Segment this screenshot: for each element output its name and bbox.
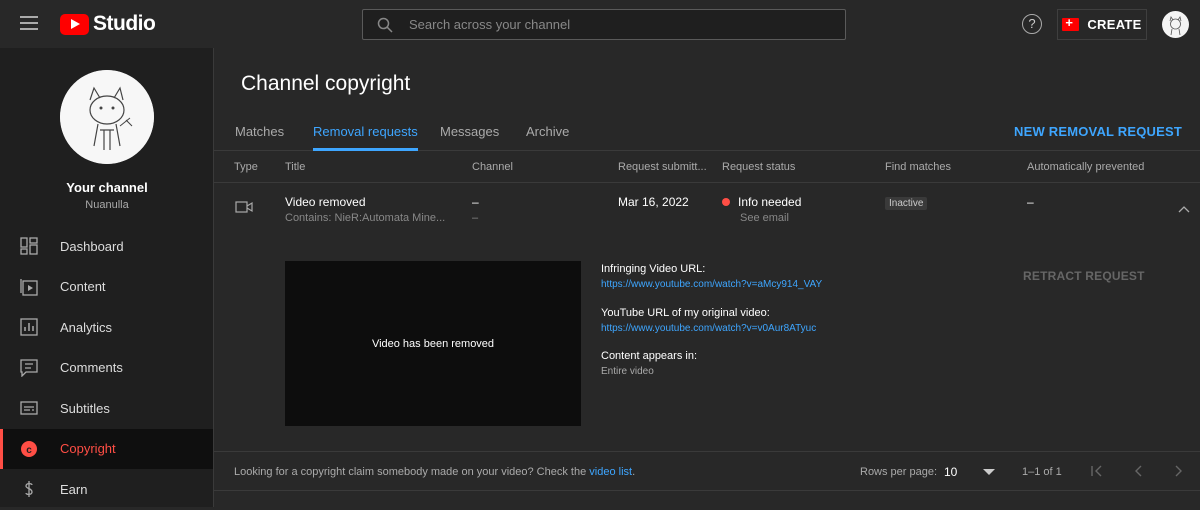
top-bar: Studio ? CREATE — [0, 0, 1200, 48]
studio-logo[interactable]: Studio — [60, 12, 156, 36]
status-dot-icon — [722, 198, 730, 206]
sidebar: Your channel Nuanulla Dashboard Content … — [0, 48, 214, 507]
next-page-icon[interactable] — [1171, 464, 1185, 482]
rows-per-page-select[interactable]: 10 — [944, 465, 957, 479]
status-badge: Inactive — [885, 197, 928, 210]
row-auto-prevented: – — [1027, 195, 1034, 209]
row-status-sub: See email — [740, 212, 789, 224]
sidebar-item-content[interactable]: Content — [0, 267, 213, 308]
create-button[interactable]: CREATE — [1057, 9, 1147, 40]
sidebar-item-copyright[interactable]: c Copyright — [0, 428, 213, 469]
earn-icon — [20, 480, 38, 498]
brand-text: Studio — [93, 12, 156, 35]
footer-note-end: . — [632, 466, 636, 478]
tab-bar: Matches Removal requests Messages Archiv… — [214, 114, 1200, 151]
footer-note: Looking for a copyright claim somebody m… — [234, 466, 635, 478]
video-list-link[interactable]: video list — [589, 466, 632, 478]
appears-label: Content appears in: — [601, 350, 698, 362]
pagination-range: 1–1 of 1 — [1022, 466, 1062, 478]
sidebar-item-label: Subtitles — [60, 400, 110, 416]
row-date: Mar 16, 2022 — [618, 195, 689, 209]
analytics-icon — [20, 318, 38, 336]
sidebar-item-label: Dashboard — [60, 238, 124, 254]
sidebar-item-label: Comments — [60, 360, 123, 376]
svg-text:c: c — [26, 445, 32, 456]
sidebar-item-label: Content — [60, 279, 106, 295]
tab-messages[interactable]: Messages — [440, 124, 499, 151]
first-page-icon[interactable] — [1090, 464, 1104, 482]
dropdown-caret-icon[interactable] — [983, 469, 995, 475]
search-input[interactable] — [409, 17, 809, 32]
channel-avatar[interactable] — [60, 70, 154, 164]
rows-per-page-label: Rows per page: — [860, 466, 938, 478]
row-channel-sub: – — [472, 212, 479, 224]
avatar-drawing — [1162, 11, 1189, 38]
original-url-block: YouTube URL of my original video: https:… — [601, 307, 816, 334]
tab-removal-requests[interactable]: Removal requests — [313, 124, 418, 151]
new-removal-request-button[interactable]: NEW REMOVAL REQUEST — [1014, 124, 1182, 139]
page-title: Channel copyright — [241, 72, 411, 95]
retract-request-button[interactable]: RETRACT REQUEST — [1023, 269, 1145, 283]
dashboard-icon — [20, 237, 38, 255]
channel-cell: – – — [472, 195, 479, 224]
column-header[interactable]: Title — [285, 161, 305, 173]
sidebar-nav: Dashboard Content Analytics Comments Sub… — [0, 226, 213, 510]
main-content: Channel copyright Matches Removal reques… — [214, 48, 1200, 507]
footer-note-text: Looking for a copyright claim somebody m… — [234, 466, 587, 478]
subtitles-icon — [20, 399, 38, 417]
title-cell: Video removed Contains: NieR:Automata Mi… — [285, 195, 445, 224]
column-header[interactable]: Automatically prevented — [1027, 161, 1144, 173]
sidebar-item-label: Earn — [60, 481, 88, 497]
content-appears-block: Content appears in: Entire video — [601, 350, 697, 377]
infringing-label: Infringing Video URL: — [601, 263, 706, 275]
find-matches-cell: Inactive — [885, 195, 928, 210]
video-preview: Video has been removed — [285, 261, 581, 426]
menu-icon[interactable] — [20, 16, 38, 30]
sidebar-item-label: Analytics — [60, 319, 113, 335]
original-url-link[interactable]: https://www.youtube.com/watch?v=v0Aur8AT… — [601, 323, 816, 334]
sidebar-item-comments[interactable]: Comments — [0, 348, 213, 389]
sidebar-item-label: Copyright — [60, 441, 116, 457]
comments-icon — [20, 359, 38, 377]
row-contains: Contains: NieR:Automata Mine... — [285, 212, 446, 224]
column-header[interactable]: Type — [234, 161, 258, 173]
copyright-icon: c — [20, 440, 38, 458]
original-label: YouTube URL of my original video: — [601, 307, 770, 319]
row-status: Info needed — [738, 195, 802, 209]
help-icon[interactable]: ? — [1022, 14, 1042, 34]
tab-archive[interactable]: Archive — [526, 124, 569, 151]
preview-text: Video has been removed — [371, 337, 495, 350]
sidebar-item-analytics[interactable]: Analytics — [0, 307, 213, 348]
channel-avatar-drawing — [60, 70, 154, 164]
content-icon — [20, 278, 38, 296]
row-title: Video removed — [285, 195, 366, 209]
sidebar-item-subtitles[interactable]: Subtitles — [0, 388, 213, 429]
infringing-url-link[interactable]: https://www.youtube.com/watch?v=aMcy914_… — [601, 279, 822, 290]
collapse-chevron-icon[interactable] — [1178, 202, 1190, 216]
infringing-url-block: Infringing Video URL: https://www.youtub… — [601, 263, 822, 290]
row-channel: – — [472, 195, 479, 209]
tab-matches[interactable]: Matches — [235, 124, 284, 151]
column-header[interactable]: Find matches — [885, 161, 951, 173]
channel-name: Nuanulla — [85, 199, 129, 211]
table-row[interactable]: Video removed Contains: NieR:Automata Mi… — [214, 183, 1200, 451]
create-video-icon — [1062, 15, 1080, 31]
youtube-play-icon — [60, 13, 89, 35]
column-header[interactable]: Request status — [722, 161, 795, 173]
column-header[interactable]: Channel — [472, 161, 513, 173]
status-cell: Info needed See email — [722, 195, 801, 224]
table-footer: Looking for a copyright claim somebody m… — [214, 451, 1200, 491]
column-header[interactable]: Request submitt... — [618, 161, 707, 173]
create-label: CREATE — [1087, 17, 1142, 32]
previous-page-icon[interactable] — [1132, 464, 1146, 482]
table-header: Type Title Channel Request submitt... Re… — [214, 151, 1200, 183]
search-icon — [377, 17, 393, 33]
sidebar-item-earn[interactable]: Earn — [0, 469, 213, 510]
sidebar-item-dashboard[interactable]: Dashboard — [0, 226, 213, 267]
search-bar[interactable] — [362, 9, 846, 40]
account-avatar[interactable] — [1162, 11, 1189, 38]
appears-value: Entire video — [601, 366, 654, 377]
your-channel-title: Your channel — [66, 180, 148, 195]
video-type-icon — [235, 200, 253, 217]
